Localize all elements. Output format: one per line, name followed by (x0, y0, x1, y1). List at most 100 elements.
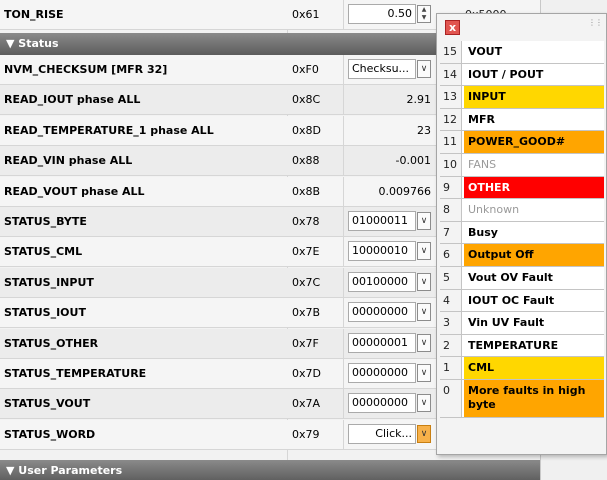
chevron-down-icon[interactable]: ∨ (417, 212, 431, 230)
close-icon[interactable]: x (445, 20, 460, 35)
bit-number: 4 (440, 289, 462, 312)
bit-label: TEMPERATURE (468, 338, 559, 352)
value-dropdown[interactable]: 00100000 (348, 271, 416, 292)
value-cell: 2.91 (343, 85, 437, 116)
bit-item[interactable]: 15 VOUT (440, 41, 604, 64)
register-name: NVM_CHECKSUM [MFR 32] (4, 63, 168, 76)
value-input[interactable]: 0.50 (348, 4, 416, 24)
bit-number: 14 (440, 63, 462, 86)
bit-item[interactable]: 1 CML (440, 357, 604, 380)
bit-number: 13 (440, 86, 462, 108)
bit-item[interactable]: 11 POWER_GOOD# (440, 131, 604, 154)
section-header-user-parameters[interactable]: ▼ User Parameters (0, 460, 540, 480)
register-name: STATUS_INPUT (4, 275, 94, 289)
bit-item[interactable]: 7 Busy (440, 221, 604, 245)
bit-item[interactable]: 0 More faults in high byte (440, 379, 604, 418)
grip-icon[interactable]: ⋮⋮ (588, 18, 603, 27)
bit-number: 1 (440, 357, 462, 379)
bit-item[interactable]: 12 MFR (440, 108, 604, 132)
register-address: 0x78 (292, 215, 320, 228)
bit-item[interactable]: 2 TEMPERATURE (440, 334, 604, 358)
chevron-down-icon[interactable]: ∨ (417, 333, 431, 352)
bit-label: VOUT (468, 45, 503, 58)
bit-label: POWER_GOOD# (464, 131, 604, 153)
register-name: STATUS_WORD (4, 427, 96, 441)
register-name: STATUS_IOUT (4, 306, 86, 320)
collapse-icon: ▼ (6, 37, 19, 50)
chevron-down-icon[interactable]: ∨ (417, 394, 431, 413)
value-dropdown[interactable]: 00000001 (348, 332, 416, 353)
register-name: READ_VIN phase ALL (4, 154, 133, 168)
register-name: STATUS_CML (4, 245, 83, 259)
bit-number: 3 (440, 312, 462, 334)
register-address: 0x88 (292, 154, 320, 168)
bit-item[interactable]: 4 IOUT OC Fault (440, 289, 604, 313)
section-title: Status (18, 37, 59, 50)
register-address: 0x61 (292, 8, 320, 21)
bit-item[interactable]: 10 FANS (440, 153, 604, 177)
chevron-down-icon[interactable]: ∨ (417, 60, 431, 78)
register-address: 0x7D (292, 367, 321, 380)
bit-number: 15 (440, 41, 462, 63)
register-name: STATUS_OTHER (4, 336, 99, 350)
collapse-icon: ▼ (6, 464, 19, 477)
bit-label: IOUT / POUT (468, 67, 544, 81)
bit-number: 7 (440, 221, 462, 244)
value-dropdown[interactable]: 00000000 (348, 302, 416, 323)
bit-list: 15 VOUT 14 IOUT / POUT 13 INPUT 12 MFR 11 POWER_G… (440, 41, 604, 418)
value-dropdown[interactable]: 10000010 (348, 241, 416, 262)
value-cell: 0.50 ▲ ▼ (343, 0, 437, 30)
value-dropdown[interactable]: Checksu... (348, 59, 416, 79)
value-cell: 00000001 ∨ (343, 328, 437, 359)
bit-number: 11 (440, 131, 462, 153)
bit-number: 10 (440, 153, 462, 176)
bit-number: 12 (440, 108, 462, 131)
bit-number: 6 (440, 244, 462, 266)
bit-item[interactable]: 8 Unknown (440, 199, 604, 222)
bit-item[interactable]: 9 OTHER (440, 176, 604, 200)
register-value: 0.009766 (378, 184, 432, 198)
bit-label: Unknown (468, 203, 520, 217)
bit-item[interactable]: 13 INPUT (440, 86, 604, 109)
bit-item[interactable]: 5 Vout OV Fault (440, 266, 604, 290)
register-address: 0x7B (292, 306, 321, 320)
value-cell: 00000000 ∨ (343, 298, 437, 329)
bit-label: Vout OV Fault (468, 270, 553, 284)
register-name: STATUS_TEMPERATURE (4, 367, 147, 380)
chevron-down-icon[interactable]: ∨ (417, 272, 431, 291)
value-dropdown[interactable]: 01000011 (348, 211, 416, 231)
bit-label: Output Off (464, 244, 604, 266)
bit-number: 5 (440, 266, 462, 289)
status-word-bits-popup: x ⋮⋮ 15 VOUT 14 IOUT / POUT 13 INPUT 12 MFR 11 PO… (436, 13, 607, 455)
value-dropdown[interactable]: Click... (348, 423, 416, 444)
value-cell: 10000010 ∨ (343, 237, 437, 268)
spinner-icon[interactable]: ▲ ▼ (417, 5, 431, 23)
bit-number: 9 (440, 176, 462, 199)
value-cell: 01000011 ∨ (343, 207, 437, 237)
register-value: -0.001 (395, 154, 431, 168)
register-name: READ_VOUT phase ALL (4, 184, 145, 198)
register-address: 0x7A (292, 397, 321, 411)
register-name: READ_IOUT phase ALL (4, 93, 141, 107)
value-cell: 00000000 ∨ (343, 389, 437, 420)
value-cell: 00000000 ∨ (343, 359, 437, 389)
register-name: READ_TEMPERATURE_1 phase ALL (4, 123, 214, 137)
bit-item[interactable]: 6 Output Off (440, 244, 604, 267)
chevron-down-icon[interactable]: ∨ (417, 364, 431, 382)
bit-item[interactable]: 3 Vin UV Fault (440, 312, 604, 335)
value-cell: 00100000 ∨ (343, 267, 437, 298)
chevron-down-icon[interactable]: ∨ (417, 242, 431, 261)
value-dropdown[interactable]: 00000000 (348, 393, 416, 414)
value-cell: 0.009766 (343, 176, 437, 207)
chevron-down-icon[interactable]: ∨ (417, 424, 431, 443)
section-title: User Parameters (18, 464, 123, 477)
register-address: 0xF0 (292, 63, 319, 76)
chevron-down-icon[interactable]: ∨ (417, 303, 431, 322)
bit-label: OTHER (464, 176, 604, 199)
value-dropdown[interactable]: 00000000 (348, 363, 416, 383)
bit-number: 2 (440, 334, 462, 357)
register-value: 23 (417, 123, 431, 137)
bit-label: Vin UV Fault (468, 316, 545, 330)
bit-label: MFR (468, 112, 495, 126)
bit-item[interactable]: 14 IOUT / POUT (440, 63, 604, 87)
